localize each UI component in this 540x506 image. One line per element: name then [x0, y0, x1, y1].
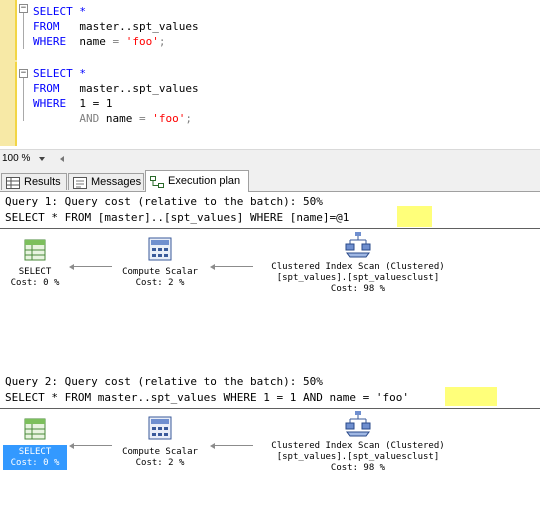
table-name: master..spt_values	[79, 20, 199, 33]
node-cost: Cost: 98 %	[330, 284, 386, 294]
node-object: [spt_values].[spt_valuesclust]	[276, 452, 440, 462]
code-line: FROM master..spt_values	[33, 81, 199, 96]
query2-sql-text: SELECT * FROM master..spt_values WHERE 1…	[5, 391, 376, 404]
operator: =	[112, 35, 120, 48]
outline-line	[23, 13, 24, 49]
query2-header: Query 2: Query cost (relative to the bat…	[5, 375, 323, 388]
flow-arrow	[74, 266, 112, 267]
select-icon[interactable]	[24, 418, 46, 440]
node-cost: Cost: 0 %	[10, 278, 60, 288]
tab-label: Execution plan	[168, 175, 241, 187]
query2-clustered-index-scan-node[interactable]: Clustered Index Scan (Clustered) [spt_va…	[254, 441, 462, 474]
query2-compute-scalar-node[interactable]: Compute Scalar Cost: 2 %	[114, 447, 206, 469]
string-literal: 'foo'	[152, 112, 186, 125]
outline-line	[23, 78, 24, 121]
string-literal: 'foo'	[125, 35, 159, 48]
messages-icon	[73, 177, 87, 189]
flow-arrow	[74, 445, 112, 446]
node-object: [spt_values].[spt_valuesclust]	[276, 273, 440, 283]
query1-select-node[interactable]: SELECT Cost: 0 %	[6, 267, 64, 289]
compute-scalar-icon[interactable]	[148, 237, 172, 261]
node-cost: Cost: 0 %	[10, 458, 60, 468]
code-line: AND name = 'foo';	[33, 111, 192, 126]
editor-gutter	[0, 0, 17, 146]
code-line: SELECT *	[33, 66, 86, 81]
sql-editor[interactable]: − − SELECT * FROM master..spt_values WHE…	[0, 0, 540, 148]
results-grid-icon	[6, 177, 20, 189]
tab-label: Results	[24, 176, 61, 188]
flow-arrow	[215, 266, 253, 267]
query1-sql-text: SELECT * FROM [master]..[spt_values] WHE…	[5, 211, 337, 224]
tab-execution-plan[interactable]: Execution plan	[145, 170, 249, 192]
query2-select-node[interactable]: SELECT Cost: 0 %	[6, 447, 64, 469]
results-tab-bar: Results Messages Execution plan	[0, 169, 540, 192]
flow-arrowhead	[210, 443, 215, 449]
clustered-index-scan-icon[interactable]	[345, 232, 371, 258]
keyword: SELECT *	[33, 5, 86, 18]
select-icon[interactable]	[24, 239, 46, 261]
dropdown-arrow-icon[interactable]	[39, 157, 45, 161]
execution-plan-icon	[150, 176, 164, 188]
node-name: Compute Scalar	[122, 447, 198, 457]
keyword: FROM	[33, 20, 60, 33]
execution-plan-pane[interactable]: Query 1: Query cost (relative to the bat…	[0, 192, 540, 506]
zoom-select[interactable]: 100 %	[2, 153, 30, 164]
keyword: WHERE	[33, 35, 67, 48]
tab-label: Messages	[91, 176, 142, 188]
keyword: AND	[79, 112, 100, 125]
terminator: ;	[185, 112, 192, 125]
code-line: SELECT *	[33, 4, 86, 19]
flow-arrowhead	[69, 443, 74, 449]
editor-status-bar: 100 %	[0, 149, 540, 169]
query1-compute-scalar-node[interactable]: Compute Scalar Cost: 2 %	[114, 267, 206, 289]
query1-param: @1	[336, 211, 350, 224]
node-cost: Cost: 98 %	[330, 463, 386, 473]
flow-arrowhead	[69, 264, 74, 270]
param-highlight	[445, 387, 497, 406]
node-name: Clustered Index Scan (Clustered)	[271, 262, 445, 272]
node-cost: Cost: 2 %	[135, 278, 185, 288]
column-name: name	[79, 35, 106, 48]
collapse-block1-icon[interactable]: −	[19, 4, 28, 13]
node-name: SELECT	[18, 447, 52, 457]
code-line: FROM master..spt_values	[33, 19, 199, 34]
flow-arrowhead	[210, 264, 215, 270]
scroll-left-icon[interactable]	[60, 156, 64, 162]
code-line: WHERE 1 = 1	[33, 96, 113, 111]
tab-results[interactable]: Results	[1, 173, 67, 190]
query1-sql: SELECT * FROM [master]..[spt_values] WHE…	[5, 211, 349, 225]
divider	[0, 228, 540, 229]
query2-param: 'foo'	[375, 391, 409, 404]
divider	[0, 408, 540, 409]
node-cost: Cost: 2 %	[135, 458, 185, 468]
keyword: SELECT *	[33, 67, 86, 80]
node-name: Clustered Index Scan (Clustered)	[271, 441, 445, 451]
clustered-index-scan-icon[interactable]	[345, 411, 371, 437]
table-name: master..spt_values	[79, 82, 199, 95]
keyword: FROM	[33, 82, 60, 95]
query1-clustered-index-scan-node[interactable]: Clustered Index Scan (Clustered) [spt_va…	[254, 262, 462, 295]
expression: 1 = 1	[79, 97, 113, 110]
column-name: name	[105, 112, 133, 125]
compute-scalar-icon[interactable]	[148, 416, 172, 440]
param-highlight	[397, 206, 432, 227]
tab-messages[interactable]: Messages	[68, 173, 144, 190]
node-name: Compute Scalar	[122, 267, 198, 277]
flow-arrow	[215, 445, 253, 446]
collapse-block2-icon[interactable]: −	[19, 69, 28, 78]
keyword: WHERE	[33, 97, 67, 110]
node-name: SELECT	[18, 267, 52, 277]
query1-header: Query 1: Query cost (relative to the bat…	[5, 195, 323, 208]
terminator: ;	[158, 35, 166, 48]
operator: =	[138, 112, 146, 125]
code-line: WHERE name = 'foo';	[33, 34, 166, 49]
query2-sql: SELECT * FROM master..spt_values WHERE 1…	[5, 391, 409, 405]
